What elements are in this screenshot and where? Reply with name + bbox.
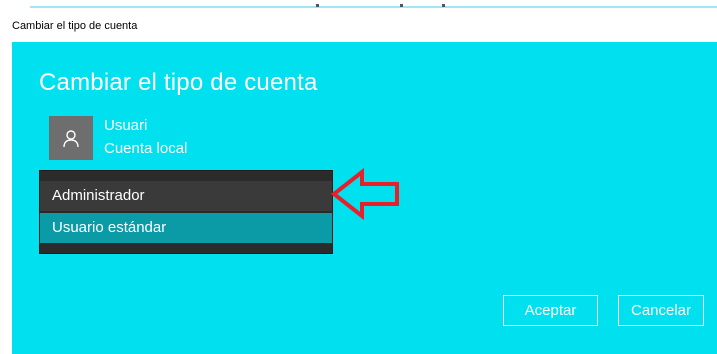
- top-marker: [400, 4, 403, 7]
- user-name: Usuari: [104, 117, 148, 134]
- account-type-dropdown[interactable]: Administrador Usuario estándar: [39, 170, 333, 254]
- accept-button[interactable]: Aceptar: [503, 295, 598, 326]
- top-marker: [442, 4, 445, 7]
- red-arrow-left-icon: [330, 168, 399, 220]
- avatar: [49, 116, 93, 160]
- option-administrator[interactable]: Administrador: [40, 181, 332, 211]
- dialog-heading: Cambiar el tipo de cuenta: [39, 69, 318, 96]
- window-top-strip: [0, 0, 717, 12]
- change-account-type-dialog: Cambiar el tipo de cuenta Usuari Cuenta …: [12, 42, 717, 354]
- cancel-button[interactable]: Cancelar: [618, 295, 704, 326]
- option-standard-user[interactable]: Usuario estándar: [40, 213, 332, 243]
- window-title: Cambiar el tipo de cuenta: [12, 20, 138, 32]
- top-marker: [316, 4, 319, 7]
- user-account-type: Cuenta local: [104, 140, 188, 157]
- person-icon: [63, 130, 79, 148]
- top-divider: [30, 6, 717, 8]
